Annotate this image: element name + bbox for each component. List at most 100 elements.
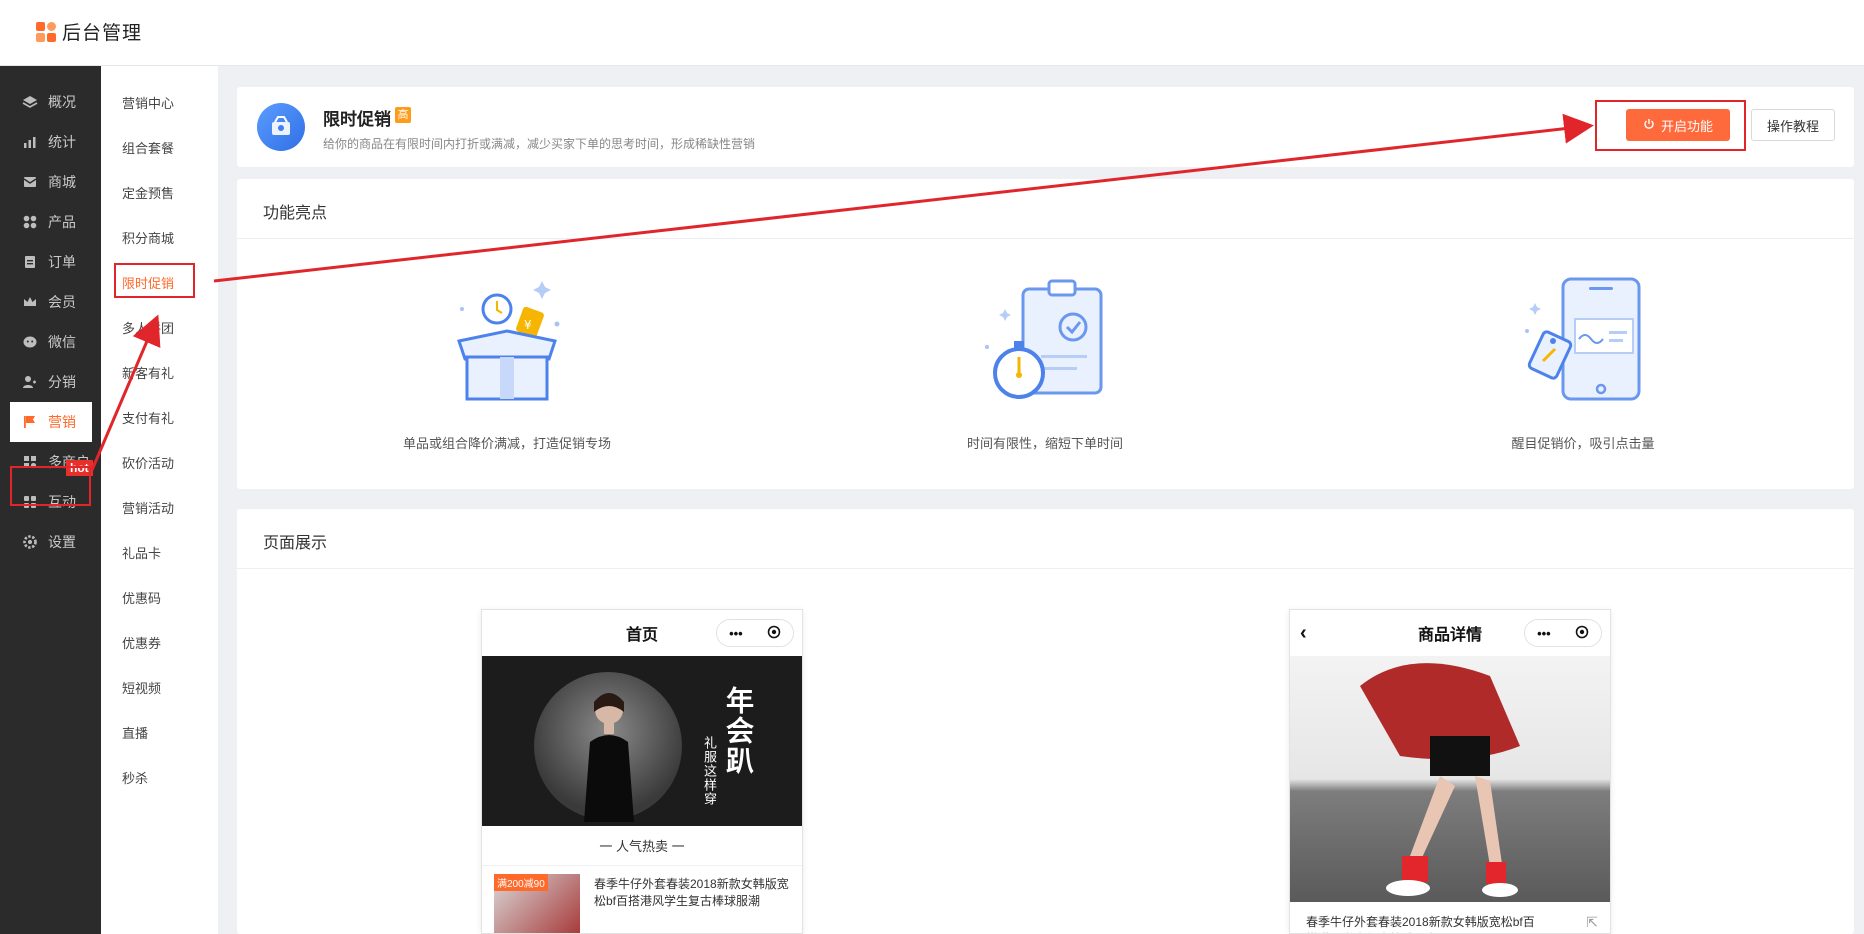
home-page-preview: 首页 ••• 年会趴 礼服这样穿 一 人气热卖 一 满200减90 春季牛仔外套… <box>481 609 803 934</box>
sidebar-item-label: 统计 <box>48 134 76 150</box>
logo[interactable]: 后台管理 <box>36 18 142 45</box>
flash-sale-app-icon <box>257 103 305 151</box>
sidebar-item-label: 商城 <box>48 174 76 190</box>
subnav-item-points-mall[interactable]: 积分商城 <box>122 228 174 247</box>
banner-headline: 年会趴 <box>723 686 754 776</box>
enable-feature-label: 开启功能 <box>1660 118 1713 134</box>
sidebar-item-mall[interactable]: 商城 <box>10 162 92 202</box>
subnav-item-payment-gift[interactable]: 支付有礼 <box>122 408 174 427</box>
gift-box-icon: ¥ <box>457 281 560 401</box>
sidebar-item-orders[interactable]: 订单 <box>10 242 92 282</box>
mini-program-capsule[interactable]: ••• <box>1524 619 1602 647</box>
hot-badge: hot <box>66 460 93 476</box>
banner-model-image <box>584 693 634 822</box>
sidebar-item-label: 分销 <box>48 374 76 390</box>
feature-highlights: 功能亮点 ¥ 单品或组合降价满减，打造促销专场 时间有限性，缩短下单时间 醒目促… <box>237 179 1854 489</box>
sidebar-item-distribution[interactable]: 分销 <box>10 362 92 402</box>
wechat-icon <box>22 334 38 350</box>
subnav-item-marketing-activity[interactable]: 营销活动 <box>122 498 174 517</box>
mini-program-capsule[interactable]: ••• <box>716 619 794 647</box>
crown-icon <box>22 294 38 310</box>
sidebar-item-overview[interactable]: 概况 <box>10 82 92 122</box>
subnav-item-presale[interactable]: 定金预售 <box>122 183 174 202</box>
clipboard-icon <box>22 254 38 270</box>
sidebar-item-label: 会员 <box>48 294 76 310</box>
sidebar-item-settings[interactable]: 设置 <box>10 522 92 562</box>
tutorial-button[interactable]: 操作教程 <box>1751 109 1835 141</box>
sidebar-item-label: 概况 <box>48 94 76 110</box>
layers-icon <box>22 94 38 110</box>
hot-sale-title: 一 人气热卖 一 <box>482 826 802 866</box>
discount-tag: 满200减90 <box>494 874 548 891</box>
divider <box>237 238 1854 239</box>
sidebar-item-label: 微信 <box>48 334 76 350</box>
subnav-item-live[interactable]: 直播 <box>122 723 148 742</box>
users-icon <box>22 374 38 390</box>
flag-icon <box>22 414 38 430</box>
sidebar-item-label: 营销 <box>48 414 76 430</box>
phone-page-title: 首页 <box>625 627 658 644</box>
banner-subline: 礼服这样穿 <box>702 736 717 806</box>
subnav-item-gift-card[interactable]: 礼品卡 <box>122 543 161 562</box>
phone-price-tag-icon <box>1525 277 1641 401</box>
sidebar-item-products[interactable]: 产品 <box>10 202 92 242</box>
sidebar-item-label: 设置 <box>48 534 76 550</box>
highlight-item: 时间有限性，缩短下单时间 <box>865 269 1225 452</box>
gear-icon <box>22 534 38 550</box>
sidebar-item-marketing[interactable]: 营销 <box>10 402 92 442</box>
feature-title: 限时促销 <box>323 110 391 129</box>
phone-nav-bar: ‹ 商品详情 ••• <box>1290 610 1610 656</box>
home-banner: 年会趴 礼服这样穿 <box>482 656 802 826</box>
svg-text:¥: ¥ <box>524 318 532 332</box>
sidebar-item-label: 互动 <box>48 494 76 510</box>
close-target-icon[interactable] <box>767 625 781 642</box>
more-dots-icon[interactable]: ••• <box>1537 626 1551 641</box>
sidebar-item-statistics[interactable]: 统计 <box>10 122 92 162</box>
page-display: 页面展示 首页 ••• 年会趴 礼服这样穿 一 人气热卖 一 满200减90 春… <box>237 509 1854 934</box>
sidebar-item-wechat[interactable]: 微信 <box>10 322 92 362</box>
subnav-item-coupon[interactable]: 优惠券 <box>122 633 161 652</box>
product-model-image <box>1360 663 1520 897</box>
display-title: 页面展示 <box>263 535 328 552</box>
highlight-text: 单品或组合降价满减，打造促销专场 <box>402 436 611 451</box>
sidebar-item-interaction[interactable]: 互动 <box>10 482 92 522</box>
enable-feature-button[interactable]: 开启功能 <box>1626 109 1730 141</box>
close-target-icon[interactable] <box>1575 625 1589 642</box>
sidebar-item-label: 订单 <box>48 254 76 270</box>
main-sidebar: 概况 统计 商城 产品 订单 会员 微信 分销 营销 多商户 互动 设 <box>0 66 101 934</box>
subnav-item-new-customer-gift[interactable]: 新客有礼 <box>122 363 174 382</box>
divider <box>237 568 1854 569</box>
sidebar-item-members[interactable]: 会员 <box>10 282 92 322</box>
subnav-item-bargain[interactable]: 砍价活动 <box>122 453 174 472</box>
highlight-text: 醒目促销价，吸引点击量 <box>1511 436 1655 451</box>
subnav-item-marketing-center[interactable]: 营销中心 <box>122 93 174 112</box>
subnav-item-combo[interactable]: 组合套餐 <box>122 138 174 157</box>
subnav-item-group-buy[interactable]: 多人拼团 <box>122 318 174 337</box>
share-icon[interactable]: ⇱ <box>1586 914 1598 931</box>
feature-header: 限时促销 高 给你的商品在有限时间内打折或满减，减少买家下单的思考时间，形成稀缺… <box>237 87 1854 167</box>
stopwatch-clipboard-icon <box>985 279 1103 399</box>
feature-description: 给你的商品在有限时间内打折或满减，减少买家下单的思考时间，形成稀缺性营销 <box>323 137 756 151</box>
more-dots-icon[interactable]: ••• <box>729 626 743 641</box>
chart-icon <box>22 134 38 150</box>
sub-navigation: 营销中心 组合套餐 定金预售 积分商城 限时促销 多人拼团 新客有礼 支付有礼 … <box>101 66 218 934</box>
grid-icon <box>22 214 38 230</box>
product-name: 春季牛仔外套春装2018新款女韩版宽松bf百搭港风学生复古棒球服潮 <box>594 877 789 908</box>
subnav-item-promo-code[interactable]: 优惠码 <box>122 588 161 607</box>
logo-icon <box>36 21 56 42</box>
store-icon <box>22 454 38 470</box>
product-detail-preview: ‹ 商品详情 ••• 春季牛仔外套春装2018新款女韩版宽松bf百搭港风学生复古… <box>1289 609 1611 934</box>
mail-icon <box>22 174 38 190</box>
product-thumbnail[interactable]: 满200减90 <box>494 874 580 933</box>
product-name: 春季牛仔外套春装2018新款女韩版宽松bf百搭港风学生复古棒球服潮 <box>1306 915 1535 933</box>
highlight-item: 醒目促销价，吸引点击量 <box>1403 269 1763 452</box>
product-detail-image <box>1290 656 1610 902</box>
subnav-item-short-video[interactable]: 短视频 <box>122 678 161 697</box>
phone-page-title: 商品详情 <box>1417 627 1482 644</box>
product-list-item[interactable]: 满200减90 春季牛仔外套春装2018新款女韩版宽松bf百搭港风学生复古棒球服… <box>482 866 802 933</box>
highlight-text: 时间有限性，缩短下单时间 <box>966 436 1123 451</box>
back-arrow-icon[interactable]: ‹ <box>1300 622 1307 645</box>
subnav-item-flash-sale[interactable]: 限时促销 <box>122 273 174 292</box>
feature-level-badge: 高 <box>395 107 411 123</box>
subnav-item-seckill[interactable]: 秒杀 <box>122 768 148 787</box>
